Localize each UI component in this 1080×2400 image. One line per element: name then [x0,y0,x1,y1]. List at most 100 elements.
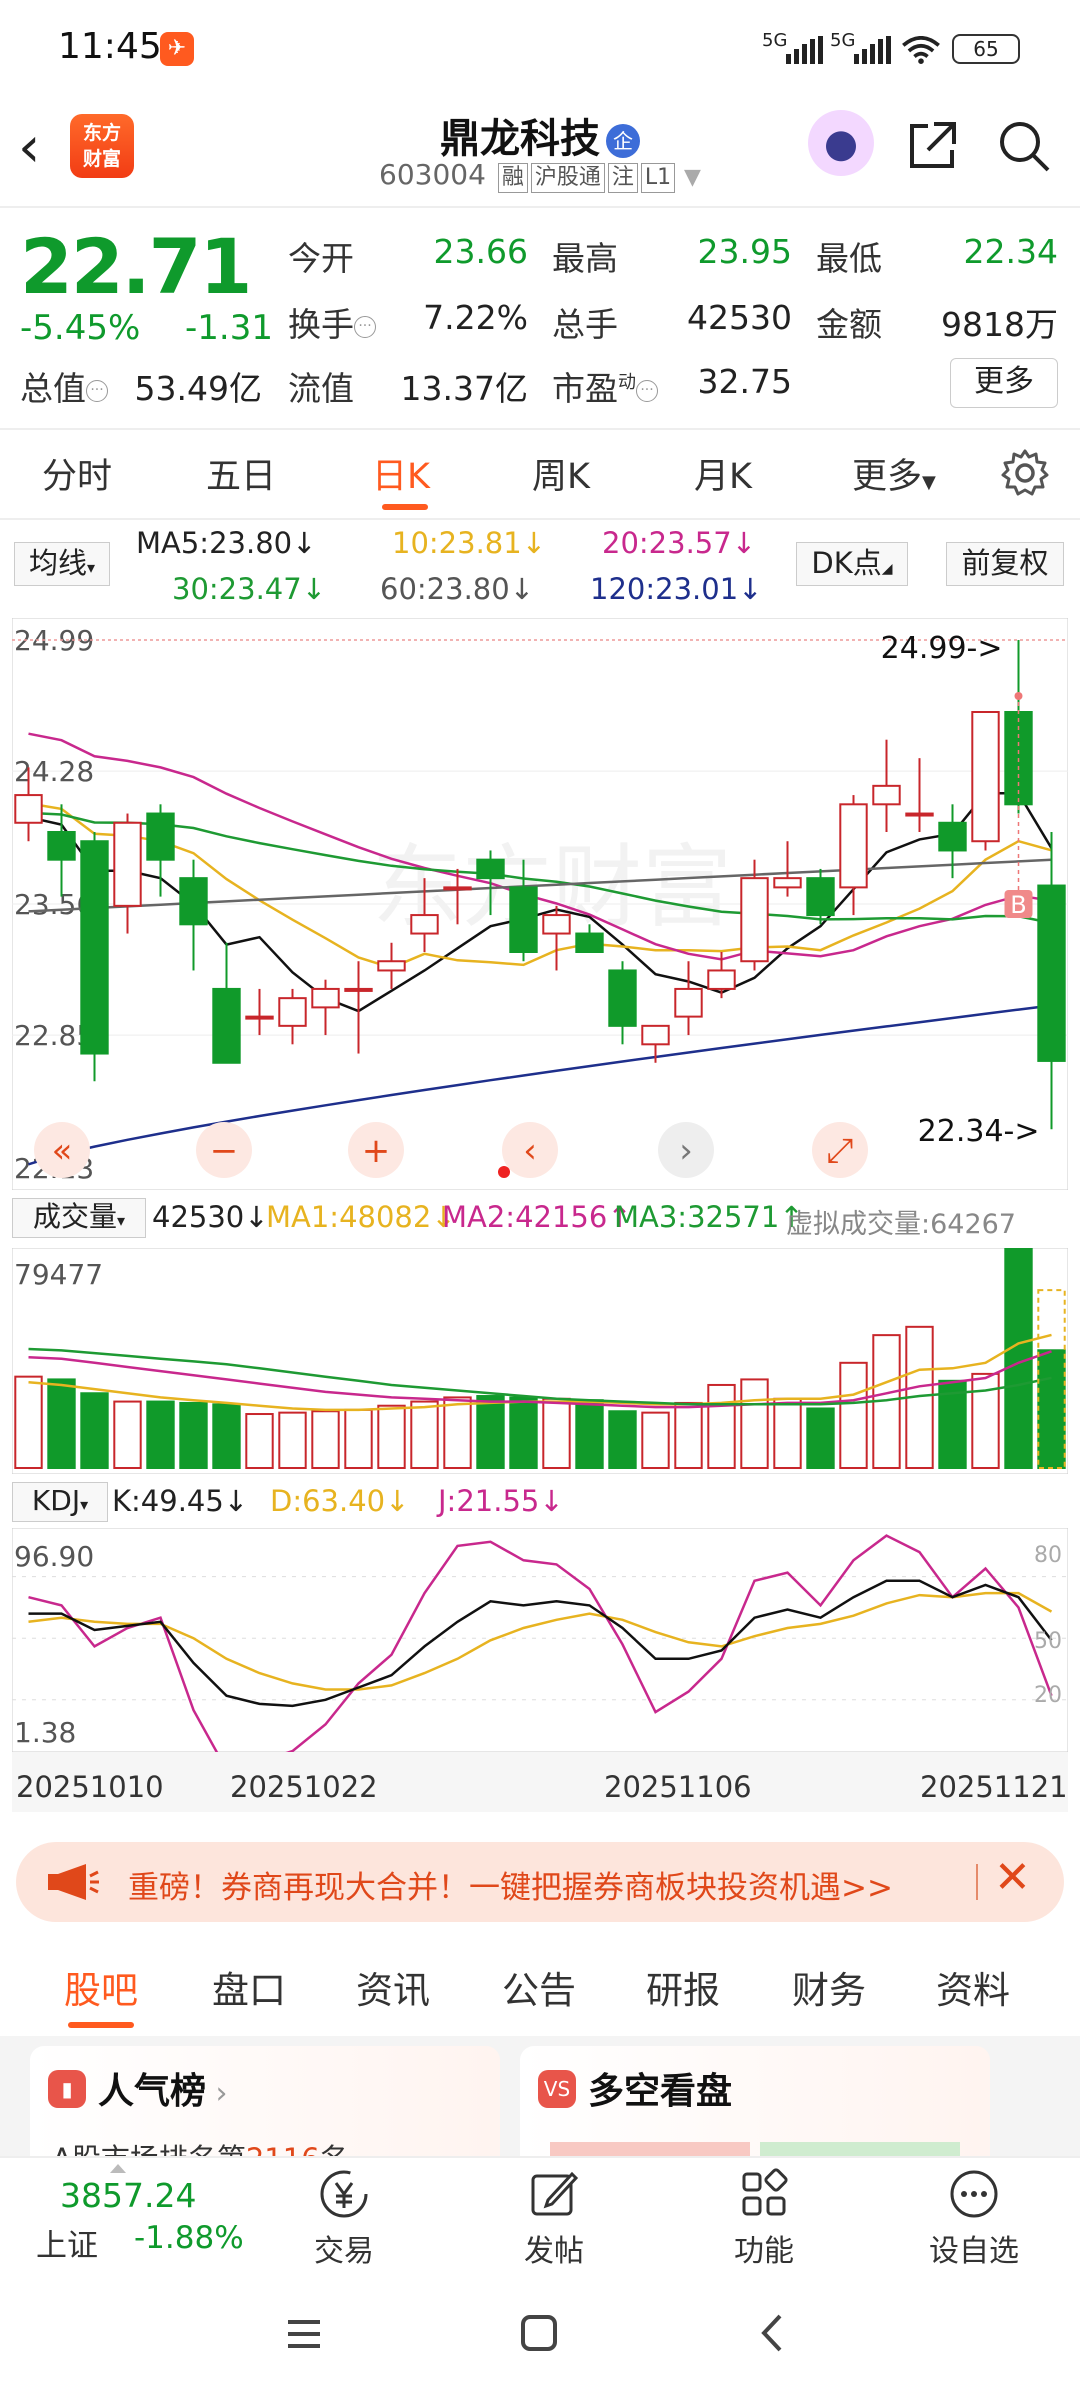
system-navigation [0,2274,1080,2400]
volume-bar [278,1411,307,1470]
candle-body [509,886,538,953]
candlestick-chart[interactable]: 24.9924.2823.5622.8522.13 东方财富 24.99->22… [12,618,1068,1190]
volume-bar [245,1413,274,1470]
more-button[interactable]: 更多 [950,358,1058,408]
tab-daily-k[interactable]: 日K [372,448,430,499]
amount-label: 金额 [816,305,882,344]
volume-selector[interactable]: 成交量▾ [12,1198,146,1238]
volume-bar [476,1395,505,1469]
stock-code: 603004 [379,158,486,191]
kdj-selector[interactable]: KDJ▾ [12,1482,108,1522]
candle-body [344,987,373,992]
ma5-value: MA5:23.80↓ [136,526,317,560]
volume-current: 42530↓ [152,1200,269,1234]
search-icon[interactable] [996,118,1052,174]
chart-control-button[interactable]: − [196,1122,252,1178]
ma-selector[interactable]: 均线▾ [14,542,110,586]
signal-bars-icon-1 [786,36,823,64]
volume-bar [344,1408,373,1470]
chart-control-button[interactable]: ⤢ [812,1122,868,1178]
nav-post[interactable]: 发帖 [484,2168,624,2270]
bottom-bar: 3857.24 上证 -1.88% 交易 发帖 功能 设自选 [0,2156,1080,2274]
nav-label: 交易 [314,2234,374,2269]
float-cap-value: 13.37亿 [400,369,528,408]
tab-intraday[interactable]: 分时 [42,448,112,499]
turnover-label: 换手 ··· [288,298,376,346]
kdj-chart[interactable]: 96.90 1.38 80 50 20 [12,1528,1068,1752]
volume-max-label: 79477 [14,1258,103,1291]
volume-ma2: MA2:42156↑ [442,1200,632,1234]
chart-control-button[interactable]: › [658,1122,714,1178]
tab-profile[interactable]: 资料 [936,1960,1010,2014]
enterprise-badge: 企 [606,124,640,158]
clock: 11:45 [58,26,162,67]
home-icon[interactable] [518,2312,560,2354]
candle-body [641,1024,670,1046]
tab-research[interactable]: 研报 [646,1960,720,2014]
tab-weekly-k[interactable]: 周K [532,448,590,499]
index-value[interactable]: 3857.24 [60,2176,196,2215]
date-label: 20251121 [920,1770,1068,1804]
tab-announcements[interactable]: 公告 [502,1960,576,2014]
control-glyph: − [210,1131,239,1171]
tab-financials[interactable]: 财务 [792,1960,866,2014]
volume-bar [47,1378,76,1469]
kdj-50-label: 50 [1034,1629,1062,1654]
nav-functions[interactable]: 功能 [694,2168,834,2270]
tab-order-book[interactable]: 盘口 [212,1960,286,2014]
promo-banner[interactable]: 重磅！券商再现大合并！一键把握券商板块投资机遇>> ✕ [16,1842,1064,1922]
candle-body [476,858,505,880]
chart-control-button[interactable]: ‹ [502,1122,558,1178]
volume-bar [542,1397,571,1469]
page-indicator-dot [498,1166,510,1178]
high-price-marker: 24.99-> [881,631,1003,666]
active-tab-indicator [382,504,428,510]
gear-icon[interactable] [1000,448,1050,498]
volume-bar [410,1400,439,1469]
back-nav-icon[interactable] [756,2312,788,2354]
change-percent: -5.45% [20,308,141,348]
volume-bar [575,1399,604,1469]
chart-control-button[interactable]: + [348,1122,404,1178]
index-expand-icon[interactable] [110,2164,126,2173]
nav-label: 功能 [734,2234,794,2269]
share-icon[interactable] [906,118,960,172]
bull-bear-card[interactable]: VS 多空看盘 [520,2046,990,2156]
close-icon[interactable]: ✕ [994,1852,1031,1903]
tab-forum[interactable]: 股吧 [64,1960,138,2014]
volume-bar [608,1410,637,1470]
active-subtab-indicator [68,2022,134,2028]
candle-body [377,960,406,972]
dk-point-button[interactable]: DK点◢ [796,542,908,586]
chart-control-button[interactable]: « [34,1122,90,1178]
candle-body [971,711,1000,843]
banner-text: 重磅！券商再现大合并！一键把握券商板块投资机遇>> [128,1870,893,1906]
volume-bar [80,1392,109,1469]
tab-news[interactable]: 资讯 [356,1960,430,2014]
assistant-avatar-icon[interactable] [808,110,874,176]
nav-add-watchlist[interactable]: 设自选 [904,2168,1044,2270]
stock-name: 鼎龙科技 [440,116,600,162]
menu-icon[interactable] [284,2314,324,2354]
ma20-value: 20:23.57↓ [602,526,756,560]
banner-separator [976,1864,978,1900]
popularity-card[interactable]: ▮ 人气榜 › A股市场排名第2116名 [30,2046,500,2156]
tab-five-day[interactable]: 五日 [206,448,276,499]
adjustment-button[interactable]: 前复权 [946,542,1064,586]
open-label: 今开 [288,239,354,278]
ma10-value: 10:23.81↓ [392,526,546,560]
yen-coin-icon [320,2170,368,2218]
tab-monthly-k[interactable]: 月K [694,448,752,499]
nav-label: 设自选 [929,2234,1019,2269]
volume-chart[interactable]: 79477 [12,1248,1068,1474]
nav-trade[interactable]: 交易 [274,2168,414,2270]
kdj-min-label: 1.38 [14,1716,76,1749]
open-value: 23.66 [433,232,528,271]
candle-body [839,803,868,889]
float-cap-label: 流值 [288,369,354,408]
tab-more[interactable]: 更多▼ [852,448,936,499]
candle-body [938,821,967,852]
market-cap-label: 总值 ··· [20,362,108,410]
dropdown-caret-icon[interactable]: ▼ [684,165,701,190]
control-glyph: ‹ [523,1131,537,1171]
